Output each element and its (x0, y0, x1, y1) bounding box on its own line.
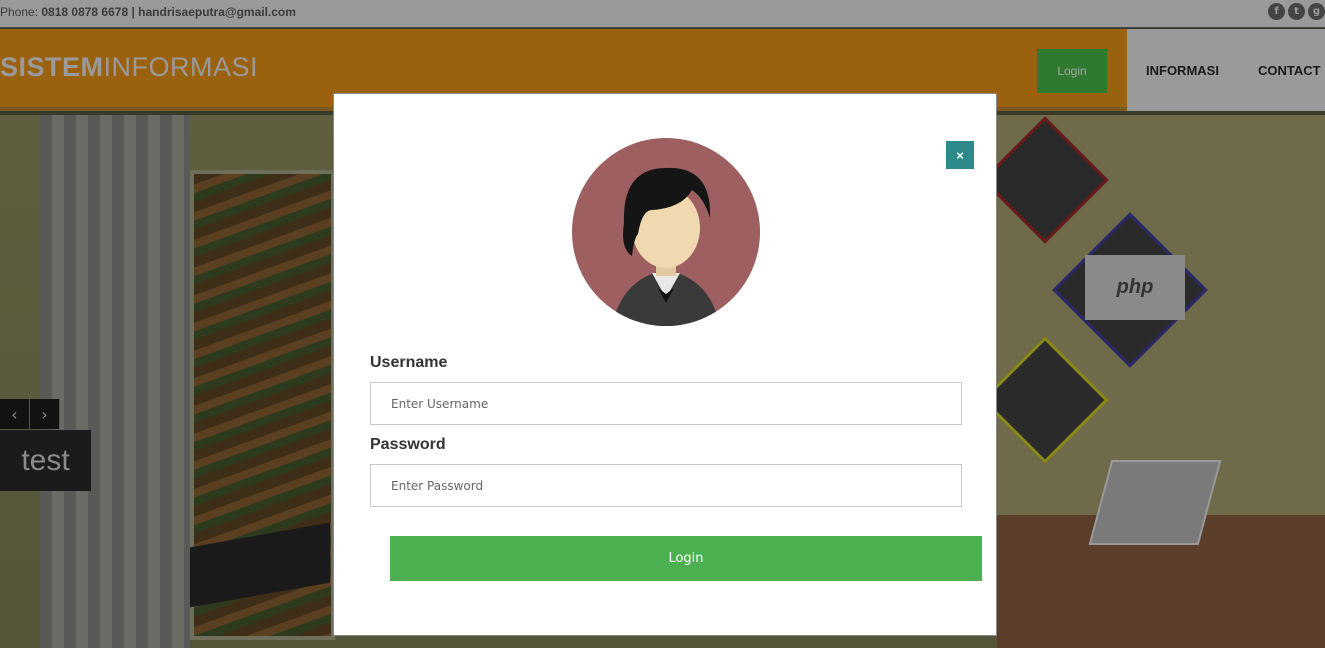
phone-label: Phone: (0, 5, 42, 19)
curtain-image (40, 115, 190, 648)
email-address: handrisaeputra@gmail.com (138, 5, 296, 19)
chevron-right-icon[interactable]: › (30, 399, 60, 429)
chevron-left-icon[interactable]: ‹ (0, 399, 30, 429)
facebook-icon[interactable]: f (1268, 3, 1285, 20)
google-plus-icon[interactable]: g (1308, 3, 1325, 20)
php-logo-text: php (1116, 276, 1154, 298)
brand-bold-text: SISTEM (0, 52, 104, 82)
avatar-illustration (612, 167, 720, 326)
slide-caption: test (0, 430, 91, 491)
login-modal: × Username Enter Username Password Enter… (333, 93, 997, 636)
social-links: f t g (1268, 3, 1325, 20)
username-placeholder: Enter Username (391, 396, 489, 411)
nav-item-informasi[interactable]: INFORMASI (1146, 63, 1219, 78)
password-placeholder: Enter Password (391, 478, 484, 493)
slider-arrows: ‹ › (0, 399, 60, 429)
password-input[interactable]: Enter Password (370, 464, 962, 507)
contact-info: Phone: 0818 0878 6678 | handrisaeputra@g… (0, 5, 296, 19)
top-contact-bar: Phone: 0818 0878 6678 | handrisaeputra@g… (0, 0, 1325, 28)
brand-light-text: INFORMASI (103, 52, 259, 82)
phone-number: 0818 0878 6678 (41, 5, 129, 19)
contact-separator: | (128, 5, 139, 19)
laptop-image (1088, 460, 1222, 545)
password-label: Password (370, 436, 446, 453)
close-icon[interactable]: × (946, 141, 974, 169)
site-logo[interactable]: SISTEMINFORMASI (0, 52, 258, 83)
nav-item-contact[interactable]: CONTACT (1258, 63, 1321, 78)
username-label: Username (370, 354, 448, 371)
username-input[interactable]: Enter Username (370, 382, 962, 425)
nav-login-button[interactable]: Login (1037, 49, 1107, 93)
twitter-icon[interactable]: t (1288, 3, 1305, 20)
modal-login-button[interactable]: Login (390, 536, 982, 581)
user-avatar (572, 138, 760, 326)
php-mysql-logo: php (1085, 255, 1185, 320)
nav-menu: INFORMASI CONTACT (1127, 29, 1325, 111)
